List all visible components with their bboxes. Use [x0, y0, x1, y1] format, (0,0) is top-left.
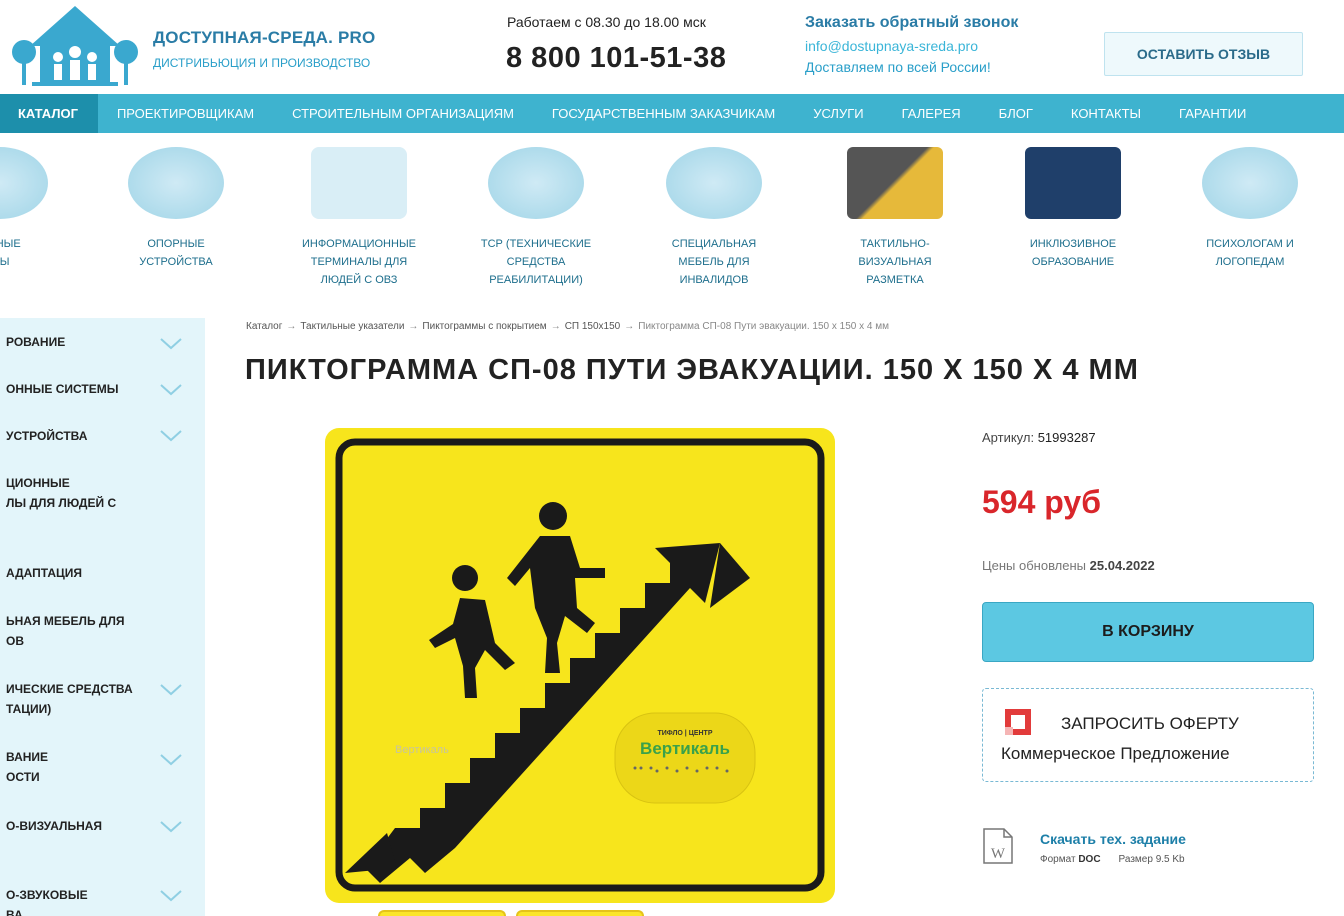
category-image — [0, 147, 48, 219]
category-label: ИНФОРМАЦИОННЫЕ ТЕРМИНАЛЫ ДЛЯ ЛЮДЕЙ С ОВЗ — [301, 238, 417, 286]
product-sku: Артикул: 51993287 — [982, 430, 1096, 445]
nav-item-designers[interactable]: ПРОЕКТИРОВЩИКАМ — [98, 94, 273, 133]
download-spec-link[interactable]: Скачать тех. задание — [1040, 831, 1186, 847]
request-offer-button[interactable]: ЗАПРОСИТЬ ОФЕРТУ Коммерческое Предложени… — [982, 688, 1314, 782]
working-hours: Работаем с 08.30 до 18.00 мск — [507, 14, 706, 30]
breadcrumb-item[interactable]: Каталог — [246, 321, 282, 332]
sign-brand-small: ТИФЛО | ЦЕНТР — [657, 730, 712, 737]
breadcrumb-separator: → — [286, 321, 297, 332]
main-nav: КАТАЛОГ ПРОЕКТИРОВЩИКАМ СТРОИТЕЛЬНЫМ ОРГ… — [0, 94, 1344, 133]
breadcrumb: Каталог → Тактильные указатели → Пиктограммы… — [246, 321, 889, 332]
nav-item-guarantees[interactable]: ГАРАНТИИ — [1160, 94, 1265, 133]
catalog-sidebar: РОВАНИЕ ОННЫЕ СИСТЕМЫ УСТРОЙСТВА ЦИОННЫЕ… — [0, 318, 205, 916]
offer-title: ЗАПРОСИТЬ ОФЕРТУ — [1061, 714, 1239, 733]
brand-title[interactable]: ДОСТУПНАЯ-СРЕДА. PRO — [153, 28, 375, 48]
breadcrumb-separator: → — [624, 321, 635, 332]
category-image — [1025, 147, 1121, 219]
sign-brand: Вертикаль — [640, 739, 730, 758]
chevron-down-icon[interactable] — [160, 754, 182, 766]
chevron-down-icon[interactable] — [160, 684, 182, 696]
nav-item-contacts[interactable]: КОНТАКТЫ — [1052, 94, 1160, 133]
site-header: ДОСТУПНАЯ-СРЕДА. PRO ДИСТРИБЬЮЦИЯ И ПРОИ… — [0, 0, 1344, 94]
thumbnail[interactable] — [378, 910, 506, 916]
brand-subtitle: ДИСТРИБЬЮЦИЯ И ПРОИЗВОДСТВО — [153, 56, 371, 70]
breadcrumb-separator: → — [550, 321, 561, 332]
price-updated-date: 25.04.2022 — [1089, 558, 1155, 573]
thumbnail[interactable] — [516, 910, 644, 916]
sku-label: Артикул: — [982, 430, 1035, 445]
offer-icon — [1005, 709, 1031, 735]
delivery-note: Доставляем по всей России! — [805, 59, 991, 75]
logo-icon[interactable] — [10, 2, 140, 90]
page-title: ПИКТОГРАММА СП-08 ПУТИ ЭВАКУАЦИИ. 150 Х … — [245, 354, 1139, 386]
category-strip: ОННЫЕ МЫ ОПОРНЫЕ УСТРОЙСТВА ИНФОРМАЦИОНН… — [0, 133, 1344, 303]
doc-meta: Формат DOC Размер 9.5 Kb — [1040, 854, 1185, 865]
category-image — [311, 147, 407, 219]
sku-value: 51993287 — [1037, 430, 1096, 445]
category-label: СПЕЦИАЛЬНАЯ МЕБЕЛЬ ДЛЯ ИНВАЛИДОВ — [671, 238, 757, 286]
offer-subtitle: Коммерческое Предложение — [1001, 744, 1230, 763]
price-updated-label: Цены обновлены — [982, 558, 1087, 573]
phone-number[interactable]: 8 800 101-51-38 — [506, 42, 726, 75]
doc-size: Размер 9.5 Kb — [1118, 854, 1185, 865]
nav-item-services[interactable]: УСЛУГИ — [794, 94, 882, 133]
word-doc-icon[interactable]: W — [982, 828, 1014, 864]
sidebar-item[interactable]: ЦИОННЫЕ ЛЫ ДЛЯ ЛЮДЕЙ С — [6, 473, 196, 513]
nav-item-catalog[interactable]: КАТАЛОГ — [0, 94, 98, 133]
doc-format-label: Формат — [1040, 854, 1076, 865]
callback-link[interactable]: Заказать обратный звонок — [805, 14, 1018, 32]
category-image — [128, 147, 224, 219]
breadcrumb-item[interactable]: Пиктограммы с покрытием — [422, 321, 546, 332]
category-label: ТСР (ТЕХНИЧЕСКИЕ СРЕДСТВА РЕАБИЛИТАЦИИ) — [480, 238, 592, 286]
nav-item-government[interactable]: ГОСУДАРСТВЕННЫМ ЗАКАЗЧИКАМ — [533, 94, 794, 133]
chevron-down-icon[interactable] — [160, 430, 182, 442]
nav-item-blog[interactable]: БЛОГ — [980, 94, 1052, 133]
add-to-cart-button[interactable]: В КОРЗИНУ — [982, 602, 1314, 662]
product-price: 594 руб — [982, 484, 1101, 520]
category-label: ПСИХОЛОГАМ И ЛОГОПЕДАМ — [1206, 238, 1294, 268]
category-image — [488, 147, 584, 219]
category-image — [847, 147, 943, 219]
category-label: ОПОРНЫЕ УСТРОЙСТВА — [139, 238, 213, 268]
category-image — [1202, 147, 1298, 219]
breadcrumb-item[interactable]: СП 150x150 — [565, 321, 621, 332]
chevron-down-icon[interactable] — [160, 338, 182, 350]
breadcrumb-current: Пиктограмма СП-08 Пути эвакуации. 150 х … — [638, 321, 890, 332]
svg-text:W: W — [991, 846, 1006, 862]
nav-item-gallery[interactable]: ГАЛЕРЕЯ — [883, 94, 980, 133]
chevron-down-icon[interactable] — [160, 890, 182, 902]
image-watermark: Вертикаль — [395, 744, 449, 756]
category-label: ТАКТИЛЬНО- ВИЗУАЛЬНАЯ РАЗМЕТКА — [858, 238, 932, 286]
sidebar-item[interactable]: ВАНИЕ ОСТИ — [6, 747, 196, 787]
category-label: ОННЫЕ МЫ — [0, 238, 21, 268]
chevron-down-icon[interactable] — [160, 384, 182, 396]
category-label: ИНКЛЮЗИВНОЕ ОБРАЗОВАНИЕ — [1029, 238, 1117, 268]
sidebar-item[interactable]: АДАПТАЦИЯ — [6, 563, 196, 583]
category-image — [666, 147, 762, 219]
breadcrumb-item[interactable]: Тактильные указатели — [300, 321, 404, 332]
nav-item-construction[interactable]: СТРОИТЕЛЬНЫМ ОРГАНИЗАЦИЯМ — [273, 94, 533, 133]
price-updated: Цены обновлены 25.04.2022 — [982, 558, 1155, 573]
sidebar-item[interactable]: ЬНАЯ МЕБЕЛЬ ДЛЯ ОВ — [6, 611, 196, 651]
chevron-down-icon[interactable] — [160, 821, 182, 833]
email-link[interactable]: info@dostupnaya-sreda.pro — [805, 38, 978, 54]
breadcrumb-separator: → — [408, 321, 419, 332]
leave-review-button[interactable]: ОСТАВИТЬ ОТЗЫВ — [1104, 32, 1303, 76]
doc-format: DOC — [1078, 854, 1101, 865]
product-image[interactable]: ТИФЛО | ЦЕНТР Вертикаль Вертикаль — [325, 428, 835, 903]
